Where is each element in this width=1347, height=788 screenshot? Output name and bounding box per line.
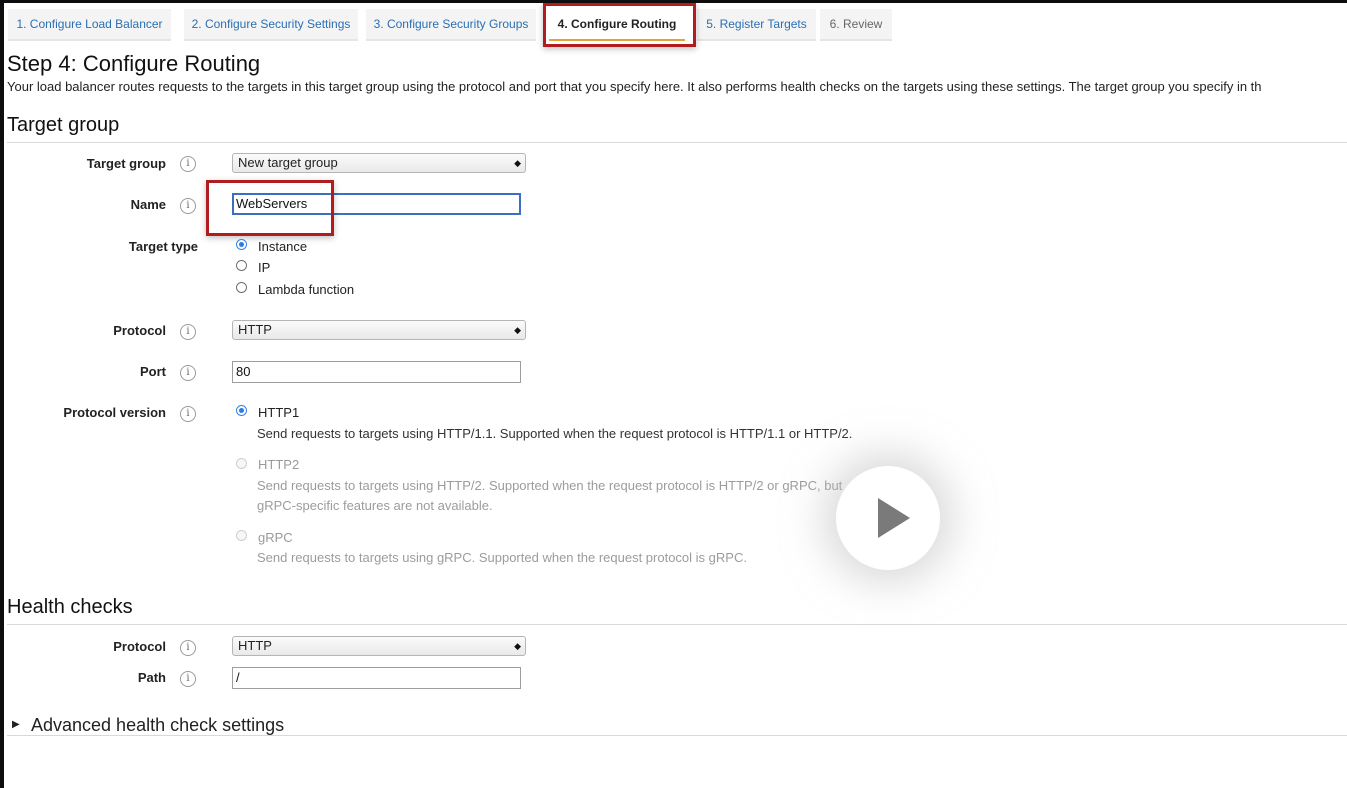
protocol-version-http2-radio[interactable] xyxy=(236,458,247,469)
select-arrow-icon: ◆ xyxy=(514,158,521,168)
section-divider xyxy=(7,142,1347,143)
target-type-ip-radio[interactable] xyxy=(236,260,247,271)
target-type-instance-label: Instance xyxy=(258,239,308,254)
info-icon[interactable]: i xyxy=(180,198,196,214)
protocol-version-grpc-label: gRPC xyxy=(258,530,293,545)
info-icon[interactable]: i xyxy=(180,671,196,687)
page-description: Your load balancer routes requests to th… xyxy=(7,79,1262,94)
protocol-version-http2-label: HTTP2 xyxy=(258,457,300,472)
name-label: Name xyxy=(130,197,166,212)
target-type-ip-label: IP xyxy=(258,260,271,275)
health-path-input[interactable]: / xyxy=(232,667,521,689)
tab-configure-routing[interactable]: 4. Configure Routing xyxy=(549,9,685,41)
target-group-select[interactable]: New target group ◆ xyxy=(232,153,526,173)
info-icon[interactable]: i xyxy=(180,156,196,172)
tab-configure-security-settings[interactable]: 2. Configure Security Settings xyxy=(184,9,358,41)
section-divider xyxy=(7,735,1347,736)
page-title: Step 4: Configure Routing xyxy=(7,51,261,76)
advanced-health-check-label: Advanced health check settings xyxy=(31,715,285,735)
info-icon[interactable]: i xyxy=(180,365,196,381)
select-arrow-icon: ◆ xyxy=(514,325,521,335)
health-protocol-select-value: HTTP xyxy=(238,638,272,653)
wizard-tabs: 1. Configure Load Balancer 2. Configure … xyxy=(4,3,1347,43)
target-type-lambda-label: Lambda function xyxy=(258,282,355,297)
protocol-version-grpc-radio[interactable] xyxy=(236,530,247,541)
play-icon xyxy=(878,498,910,538)
target-group-select-value: New target group xyxy=(238,155,338,170)
protocol-version-grpc-description: Send requests to targets using gRPC. Sup… xyxy=(257,550,747,565)
protocol-version-http1-radio[interactable] xyxy=(236,405,247,416)
caret-right-icon: ▶ xyxy=(12,719,20,730)
protocol-version-http1-label: HTTP1 xyxy=(258,405,300,420)
info-icon[interactable]: i xyxy=(180,640,196,656)
target-type-label: Target type xyxy=(128,239,198,254)
target-type-lambda-radio[interactable] xyxy=(236,282,247,293)
target-group-label: Target group xyxy=(86,156,166,171)
health-protocol-select[interactable]: HTTP ◆ xyxy=(232,636,526,656)
tab-configure-security-groups[interactable]: 3. Configure Security Groups xyxy=(366,9,536,41)
health-protocol-label: Protocol xyxy=(113,639,166,654)
info-icon[interactable]: i xyxy=(180,324,196,340)
section-title-target-group: Target group xyxy=(7,114,120,136)
protocol-version-http2-description-line1: Send requests to targets using HTTP/2. S… xyxy=(257,478,843,493)
name-input[interactable]: WebServers xyxy=(232,193,521,215)
page: 1. Configure Load Balancer 2. Configure … xyxy=(4,3,1347,788)
tab-review[interactable]: 6. Review xyxy=(820,9,892,41)
section-title-health-checks: Health checks xyxy=(7,596,133,618)
port-input[interactable]: 80 xyxy=(232,361,521,383)
target-type-instance-radio[interactable] xyxy=(236,239,247,250)
health-path-label: Path xyxy=(137,670,166,685)
section-divider xyxy=(7,624,1347,625)
protocol-select[interactable]: HTTP ◆ xyxy=(232,320,526,340)
tab-configure-load-balancer[interactable]: 1. Configure Load Balancer xyxy=(8,9,171,41)
protocol-select-value: HTTP xyxy=(238,322,272,337)
protocol-label: Protocol xyxy=(113,323,166,338)
video-play-button[interactable] xyxy=(836,466,940,570)
protocol-version-http1-description: Send requests to targets using HTTP/1.1.… xyxy=(257,426,853,441)
select-arrow-icon: ◆ xyxy=(514,641,521,651)
protocol-version-http2-description-line2: gRPC-specific features are not available… xyxy=(257,498,493,513)
port-label: Port xyxy=(140,364,166,379)
tab-register-targets[interactable]: 5. Register Targets xyxy=(697,9,816,41)
info-icon[interactable]: i xyxy=(180,406,196,422)
protocol-version-label: Protocol version xyxy=(63,405,166,420)
